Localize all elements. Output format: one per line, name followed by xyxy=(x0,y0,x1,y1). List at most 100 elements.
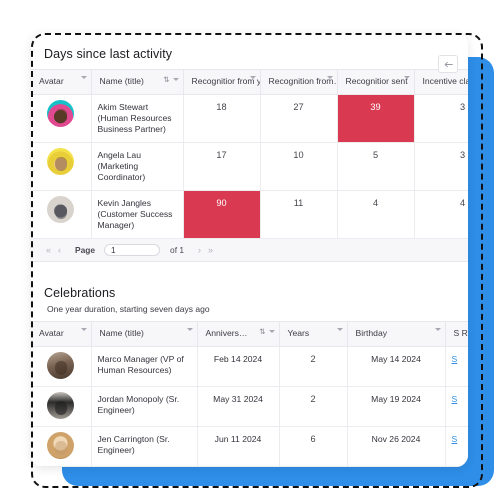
row-years: 2 xyxy=(279,386,348,427)
col-avatar-label: Avatar xyxy=(39,328,64,338)
row-recognition-from-you: 18 xyxy=(183,94,261,143)
row-avatar xyxy=(31,142,92,191)
celebrations-table: Avatar Name (title) Annivers… ⇅ Years Bi… xyxy=(31,321,468,467)
collapse-panel-button[interactable] xyxy=(438,55,458,73)
col-avatar[interactable]: Avatar xyxy=(31,321,92,347)
chevron-down-icon xyxy=(434,328,441,331)
row-recognition-from: 11 xyxy=(260,190,338,239)
send-recognition-link[interactable]: S xyxy=(452,434,458,444)
row-recognition-from-you: 90 xyxy=(183,190,261,239)
col-recognition-from-menu[interactable] xyxy=(326,76,333,79)
col-recognition-from-you-menu[interactable] xyxy=(249,76,256,79)
col-years-label: Years xyxy=(287,328,310,338)
col-incentive-claimed[interactable]: Incentive claimed xyxy=(414,69,469,95)
col-years[interactable]: Years xyxy=(279,321,348,347)
col-name[interactable]: Name (title) xyxy=(91,321,198,347)
activity-table-pagination: « ‹ Page of 1 › » xyxy=(31,239,468,262)
row-anniversary: Feb 14 2024 xyxy=(197,346,280,387)
col-avatar-menu[interactable] xyxy=(80,328,87,331)
col-anniversary-menu[interactable]: ⇅ xyxy=(259,327,275,336)
col-incentive-claimed-label: Incentive claimed xyxy=(422,76,469,86)
row-years: 6 xyxy=(279,426,348,467)
col-recognition-sent-menu[interactable] xyxy=(403,76,410,79)
chevron-down-icon xyxy=(249,76,256,79)
row-name: Kevin Jangles (Customer Success Manager) xyxy=(91,190,184,239)
chevron-down-icon xyxy=(186,328,193,331)
table-row[interactable]: Akim Stewart (Human Resources Business P… xyxy=(31,94,468,143)
row-name: Marco Manager (VP of Human Resources) xyxy=(91,346,198,387)
col-birthday[interactable]: Birthday xyxy=(347,321,446,347)
row-recognition-sent: 4 xyxy=(337,190,415,239)
row-send-recognition[interactable]: S xyxy=(445,386,468,427)
page-number-input[interactable] xyxy=(104,244,161,256)
col-recognition-from[interactable]: Recognition from… xyxy=(260,69,338,95)
send-recognition-link[interactable]: S xyxy=(452,394,458,404)
row-avatar xyxy=(31,94,92,143)
col-recognition-sent[interactable]: Recognitior sent xyxy=(337,69,415,95)
row-birthday: Nov 26 2024 xyxy=(347,426,446,467)
page-label: Page xyxy=(75,245,96,255)
col-anniversary[interactable]: Annivers… ⇅ xyxy=(197,321,280,347)
row-incentive-claimed: 3 xyxy=(414,142,468,191)
chevron-down-icon xyxy=(172,78,179,82)
row-send-recognition[interactable]: S xyxy=(445,426,468,467)
send-recognition-link[interactable]: S xyxy=(452,354,458,364)
col-recognition-sent-label: Recognitior sent xyxy=(345,76,408,86)
col-avatar-menu[interactable] xyxy=(80,76,87,79)
prev-page-button[interactable]: ‹ xyxy=(57,245,62,255)
chevron-down-icon xyxy=(403,76,410,79)
page-total-label: of 1 xyxy=(170,245,185,255)
reports-card: Days since last activity Avatar Name (ti… xyxy=(31,33,468,467)
row-send-recognition[interactable]: S xyxy=(445,346,468,387)
first-page-button[interactable]: « xyxy=(45,245,52,255)
angela-lau-avatar xyxy=(47,148,75,175)
jen-carrington-avatar xyxy=(47,432,75,459)
activity-table: Avatar Name (title) ⇅ Recognitior from y… xyxy=(31,69,468,239)
row-avatar xyxy=(31,386,92,427)
row-recognition-from: 27 xyxy=(260,94,338,143)
last-page-button[interactable]: » xyxy=(207,245,214,255)
screenshot-stage: Days since last activity Avatar Name (ti… xyxy=(0,0,500,500)
table-row[interactable]: Jordan Monopoly (Sr. Engineer) May 31 20… xyxy=(31,386,468,427)
row-recognition-from-you: 17 xyxy=(183,142,261,191)
row-incentive-claimed: 4 xyxy=(414,190,468,239)
table-header-row: Avatar Name (title) ⇅ Recognitior from y… xyxy=(31,69,469,95)
row-name: Akim Stewart (Human Resources Business P… xyxy=(91,94,184,143)
col-birthday-label: Birthday xyxy=(355,328,388,338)
sort-ascending-icon: ⇅ xyxy=(259,327,266,336)
chevron-down-icon xyxy=(336,328,343,331)
sort-ascending-icon: ⇅ xyxy=(163,75,170,84)
celebrations-title: Celebrations xyxy=(44,286,116,300)
col-avatar[interactable]: Avatar xyxy=(31,69,92,95)
col-birthday-menu[interactable] xyxy=(434,328,441,331)
chevron-down-icon xyxy=(326,76,333,79)
chevron-down-icon xyxy=(268,330,275,334)
section-divider xyxy=(31,262,468,272)
table-row[interactable]: Marco Manager (VP of Human Resources) Fe… xyxy=(31,346,468,387)
col-send-recognition[interactable]: S R xyxy=(445,321,468,347)
table-row[interactable]: Jen Carrington (Sr. Engineer) Jun 11 202… xyxy=(31,426,468,467)
col-avatar-label: Avatar xyxy=(39,76,64,86)
row-avatar xyxy=(31,426,92,467)
jordan-monopoly-avatar xyxy=(47,392,75,419)
col-recognition-from-you[interactable]: Recognitior from you xyxy=(183,69,261,95)
next-page-button[interactable]: › xyxy=(197,245,202,255)
row-birthday: May 14 2024 xyxy=(347,346,446,387)
row-birthday: May 19 2024 xyxy=(347,386,446,427)
section-days-since-last-activity: Days since last activity Avatar Name (ti… xyxy=(31,33,468,262)
col-name[interactable]: Name (title) ⇅ xyxy=(91,69,184,95)
col-years-menu[interactable] xyxy=(336,328,343,331)
section-celebrations: Celebrations One year duration, starting… xyxy=(31,272,468,467)
col-name-menu[interactable]: ⇅ xyxy=(163,75,179,84)
page-title: Days since last activity xyxy=(44,47,173,61)
arrow-left-icon xyxy=(444,61,453,67)
col-name-menu[interactable] xyxy=(186,328,193,331)
col-name-label: Name (title) xyxy=(99,328,144,338)
row-years: 2 xyxy=(279,346,348,387)
row-incentive-claimed: 3 xyxy=(414,94,468,143)
table-row[interactable]: Angela Lau (Marketing Coordinator) 17 10… xyxy=(31,142,468,191)
col-send-recognition-label: S R xyxy=(453,328,468,338)
kevin-jangles-avatar xyxy=(47,196,75,223)
table-row[interactable]: Kevin Jangles (Customer Success Manager)… xyxy=(31,190,468,239)
row-anniversary: Jun 11 2024 xyxy=(197,426,280,467)
